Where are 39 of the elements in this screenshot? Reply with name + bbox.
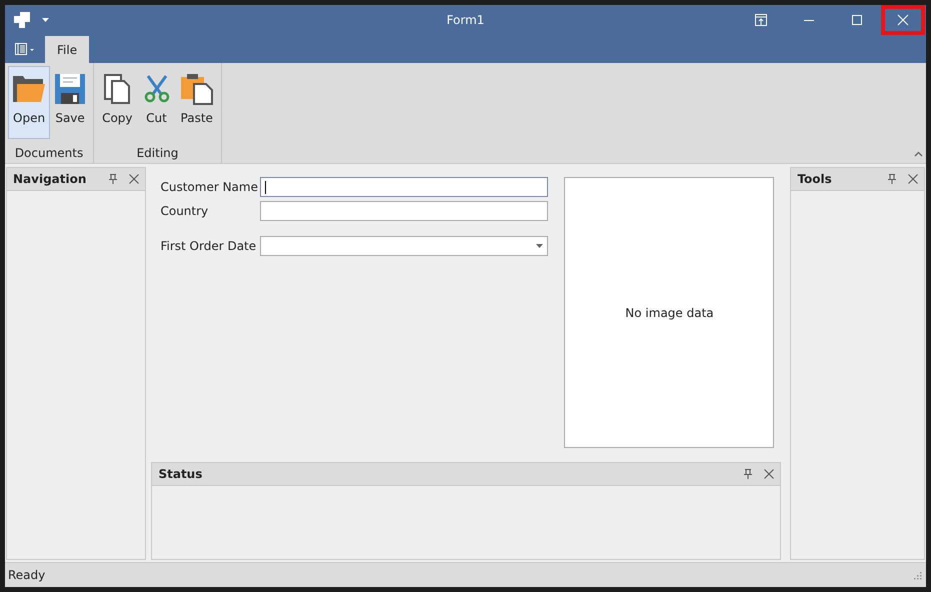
- collapse-icon[interactable]: [914, 151, 923, 157]
- text-field[interactable]: [260, 177, 548, 197]
- close-icon: [897, 14, 909, 26]
- app-icon[interactable]: [14, 12, 32, 28]
- folder-icon: [13, 73, 46, 105]
- resize-grip-icon[interactable]: [913, 570, 922, 580]
- dropdown-arrow-icon: [536, 244, 544, 248]
- pin-icon[interactable]: [888, 174, 896, 184]
- ribbon-button[interactable]: Save: [50, 66, 90, 139]
- window-panel-icon: [755, 14, 767, 26]
- panel-title: Navigation: [13, 172, 86, 186]
- field-label: Customer Name: [160, 180, 259, 194]
- ribbon-button[interactable]: Copy: [97, 66, 138, 139]
- close-button[interactable]: [881, 5, 925, 35]
- list-icon: [15, 43, 35, 55]
- pin-icon[interactable]: [109, 174, 118, 184]
- close-icon[interactable]: [129, 174, 140, 184]
- ribbon-button[interactable]: Paste: [176, 66, 218, 139]
- field-label: First Order Date: [160, 239, 258, 253]
- image-placeholder-text: No image data: [625, 306, 714, 320]
- text-field[interactable]: [260, 201, 548, 221]
- caret-icon[interactable]: [42, 18, 49, 22]
- copy-icon: [104, 73, 130, 105]
- ribbon-button[interactable]: Open: [8, 66, 50, 139]
- ribbon-tab[interactable]: File: [45, 36, 90, 63]
- status-text: Ready: [8, 568, 46, 582]
- ribbon-button[interactable]: Cut: [138, 66, 176, 139]
- maximize-icon: [851, 14, 863, 26]
- pin-icon[interactable]: [744, 469, 752, 479]
- panel-title: Tools: [797, 172, 832, 186]
- close-icon[interactable]: [908, 174, 918, 184]
- clipboard-icon: [180, 73, 213, 105]
- group-label: Editing: [136, 145, 180, 162]
- panel-title: Status: [158, 467, 202, 481]
- window-title: Form1: [446, 13, 484, 27]
- group-label: Documents: [14, 145, 84, 162]
- close-icon[interactable]: [764, 469, 774, 479]
- field-label: Country: [160, 204, 210, 218]
- scissors-icon: [142, 73, 171, 105]
